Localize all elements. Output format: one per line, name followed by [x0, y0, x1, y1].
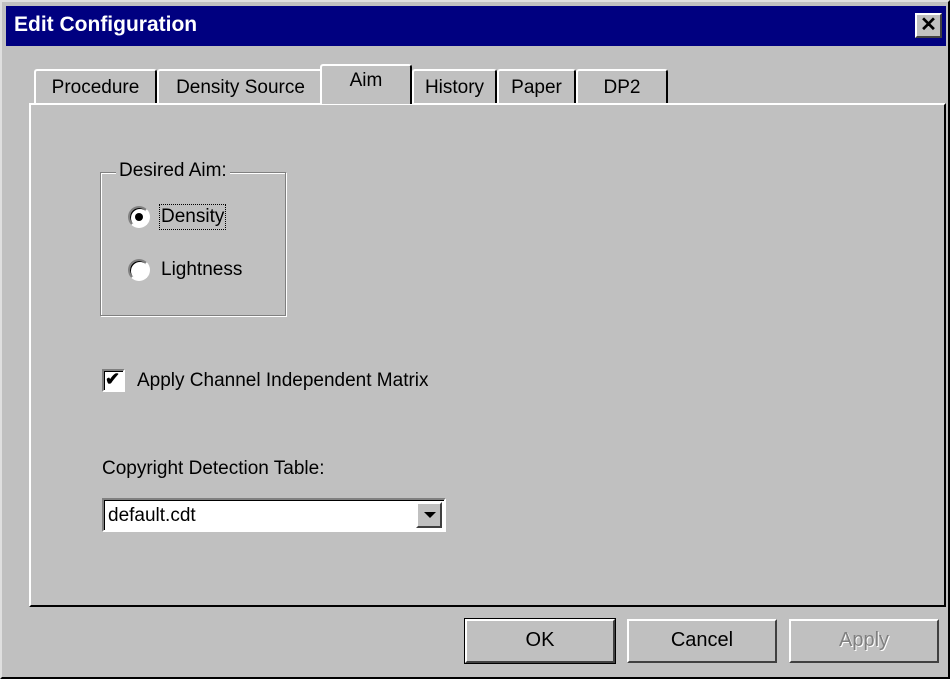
cancel-button[interactable]: Cancel	[627, 619, 777, 663]
tab-history[interactable]: History	[412, 69, 497, 103]
lightness-radio[interactable]	[128, 259, 150, 281]
density-radio[interactable]	[128, 206, 150, 228]
desired-aim-legend: Desired Aim:	[116, 160, 230, 182]
tab-dp2[interactable]: DP2	[576, 69, 668, 103]
chevron-down-icon	[424, 512, 436, 518]
close-button[interactable]: ✕	[915, 13, 942, 38]
dropdown-button[interactable]	[416, 502, 442, 528]
title-bar[interactable]: Edit Configuration ✕	[6, 6, 946, 46]
copyright-table-label: Copyright Detection Table:	[102, 458, 325, 479]
close-icon: ✕	[920, 14, 937, 36]
tab-paper[interactable]: Paper	[497, 69, 576, 103]
radio-selected-dot	[135, 213, 143, 221]
channel-matrix-label[interactable]: Apply Channel Independent Matrix	[137, 370, 429, 392]
apply-button[interactable]: Apply	[789, 619, 939, 663]
tab-aim[interactable]: Aim	[320, 64, 412, 104]
density-radio-label[interactable]: Density	[158, 204, 227, 230]
copyright-table-select[interactable]: default.cdt	[102, 498, 446, 532]
desired-aim-group	[100, 172, 286, 316]
tab-label: Paper	[511, 77, 562, 98]
channel-matrix-checkbox[interactable]: ✔	[102, 369, 125, 392]
edit-configuration-dialog: Edit Configuration ✕ Procedure Density S…	[0, 0, 950, 679]
tab-label: Density Source	[176, 77, 305, 98]
tab-density-source[interactable]: Density Source	[157, 69, 324, 103]
tab-label: Aim	[349, 70, 383, 91]
ok-button[interactable]: OK	[464, 618, 616, 664]
lightness-radio-label[interactable]: Lightness	[161, 259, 242, 281]
tab-label: History	[424, 77, 485, 98]
window-title: Edit Configuration	[14, 13, 198, 36]
tab-procedure[interactable]: Procedure	[34, 69, 157, 103]
tab-label: DP2	[603, 77, 641, 98]
checkmark-icon: ✔	[105, 369, 121, 389]
tab-label: Procedure	[51, 77, 140, 98]
copyright-table-value: default.cdt	[108, 505, 196, 526]
